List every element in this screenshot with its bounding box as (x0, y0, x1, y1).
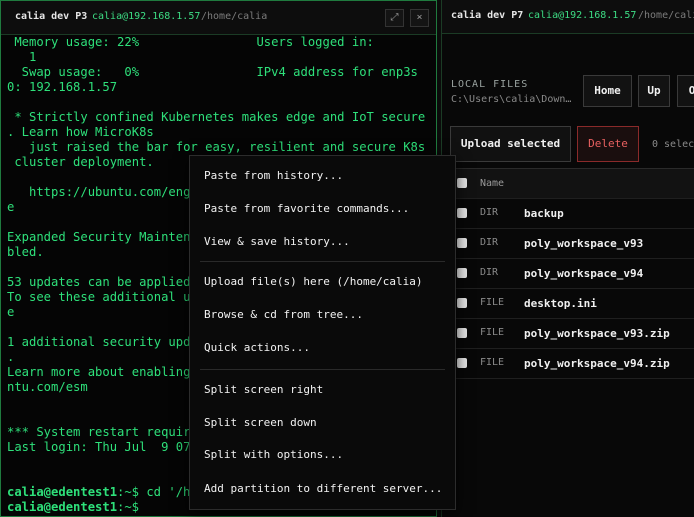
pane-host: calia@192.168.1.57 (528, 10, 637, 21)
pane-header: calia dev P3 calia@192.168.1.57 /home/ca… (1, 1, 436, 35)
file-kind: DIR (480, 267, 499, 278)
file-kind: FILE (480, 297, 505, 308)
menu-item-upload-files-here[interactable]: Upload file(s) here (/home/calia) (204, 274, 423, 290)
file-browser-pane-right[interactable]: calia dev P7 calia@192.168.1.57 /home/ca… (441, 0, 694, 517)
terminal-line: 1 (7, 50, 37, 64)
file-kind: DIR (480, 207, 499, 218)
table-row[interactable]: DIR backup (450, 199, 694, 229)
table-row[interactable]: FILE poly_workspace_v93.zip (450, 319, 694, 349)
menu-item-browse-cd-tree[interactable]: Browse & cd from tree... (204, 307, 363, 323)
table-row[interactable]: FILE poly_workspace_v94.zip (450, 349, 694, 379)
terminal-line: . (7, 350, 15, 364)
menu-item-split-down[interactable]: Split screen down (204, 415, 317, 431)
menu-item-split-right[interactable]: Split screen right (204, 382, 323, 398)
file-name[interactable]: backup (524, 207, 564, 220)
home-button[interactable]: Home (583, 75, 632, 107)
menu-separator (200, 369, 445, 370)
terminal-line: 53 updates can be applied (7, 275, 191, 289)
pane-path: /home/calia (638, 10, 694, 21)
menu-item-add-partition[interactable]: Add partition to different server... (204, 481, 442, 497)
delete-button[interactable]: Delete (577, 126, 639, 162)
expand-icon: ⤢ (390, 12, 399, 23)
local-path: C:\Users\calia\Down… (451, 94, 572, 105)
terminal-line: . Learn how MicroK8s (7, 125, 154, 139)
terminal-line: * Strictly confined Kubernetes makes edg… (7, 110, 426, 124)
menu-item-paste-from-history[interactable]: Paste from history... (204, 168, 343, 184)
table-row[interactable]: FILE desktop.ini (450, 289, 694, 319)
close-pane-button[interactable]: × (410, 9, 429, 27)
terminal-line: To see these additional up (7, 290, 198, 304)
file-name[interactable]: poly_workspace_v93 (524, 237, 643, 250)
context-menu: Paste from history... Paste from favorite… (189, 155, 456, 510)
terminal-line: e (7, 305, 15, 319)
menu-item-split-with-options[interactable]: Split with options... (204, 447, 343, 463)
terminal-line: ntu.com/esm (7, 380, 88, 394)
terminal-line: 1 additional security upda (7, 335, 198, 349)
pane-title: calia dev P3 (15, 11, 88, 22)
terminal-line: Memory usage: 22% Users logged in: (7, 35, 374, 49)
file-name[interactable]: desktop.ini (524, 297, 597, 310)
terminal-line: e (7, 200, 15, 214)
terminal-line: bled. (7, 245, 44, 259)
prompt-command: :~$ cd '/ho (117, 485, 198, 499)
row-checkbox[interactable] (457, 298, 467, 308)
menu-item-quick-actions[interactable]: Quick actions... (204, 340, 310, 356)
up-button[interactable]: Up (638, 75, 670, 107)
table-row[interactable]: DIR poly_workspace_v94 (450, 259, 694, 289)
table-row[interactable]: DIR poly_workspace_v93 (450, 229, 694, 259)
menu-separator (200, 261, 445, 262)
prompt-user: calia@edentest1 (7, 500, 118, 514)
menu-item-paste-from-favorites[interactable]: Paste from favorite commands... (204, 201, 409, 217)
row-checkbox[interactable] (457, 358, 467, 368)
prompt-command: :~$ (117, 500, 140, 514)
file-table: Name DIR backup DIR poly_workspace_v93 DIR po… (450, 168, 694, 379)
row-checkbox[interactable] (457, 328, 467, 338)
terminal-line: Swap usage: 0% IPv4 address for enp3s (7, 65, 418, 79)
file-name[interactable]: poly_workspace_v94.zip (524, 357, 670, 370)
row-checkbox[interactable] (457, 238, 467, 248)
expand-pane-button[interactable]: ⤢ (385, 9, 404, 27)
selected-count: 0 selec (652, 139, 694, 150)
terminal-line: Last login: Thu Jul 9 07: (7, 440, 198, 454)
row-checkbox[interactable] (457, 268, 467, 278)
file-name[interactable]: poly_workspace_v93.zip (524, 327, 670, 340)
file-kind: DIR (480, 237, 499, 248)
pane-header: calia dev P7 calia@192.168.1.57 /home/ca… (442, 0, 694, 34)
table-header: Name (450, 169, 694, 199)
file-kind: FILE (480, 327, 505, 338)
close-icon: × (416, 12, 423, 23)
menu-item-view-save-history[interactable]: View & save history... (204, 234, 350, 250)
file-kind: FILE (480, 357, 505, 368)
terminal-line: Expanded Security Maintena (7, 230, 198, 244)
terminal-line: 0: 192.168.1.57 (7, 80, 118, 94)
pane-title: calia dev P7 (451, 10, 524, 21)
local-files-label: LOCAL FILES (451, 79, 529, 90)
pane-host: calia@192.168.1.57 (92, 11, 201, 22)
name-column-header[interactable]: Name (480, 178, 504, 189)
pane-path: /home/calia (201, 11, 268, 22)
file-name[interactable]: poly_workspace_v94 (524, 267, 643, 280)
terminal-line: cluster deployment. (7, 155, 154, 169)
prompt-user: calia@edentest1 (7, 485, 118, 499)
terminal-line: just raised the bar for easy, resilient … (7, 140, 426, 154)
more-button[interactable]: O (677, 75, 694, 107)
select-all-checkbox[interactable] (457, 178, 467, 188)
terminal-line: Learn more about enabling (7, 365, 191, 379)
row-checkbox[interactable] (457, 208, 467, 218)
upload-selected-button[interactable]: Upload selected (450, 126, 571, 162)
terminal-line: https://ubuntu.com/enga (7, 185, 198, 199)
terminal-line: *** System restart require (7, 425, 198, 439)
